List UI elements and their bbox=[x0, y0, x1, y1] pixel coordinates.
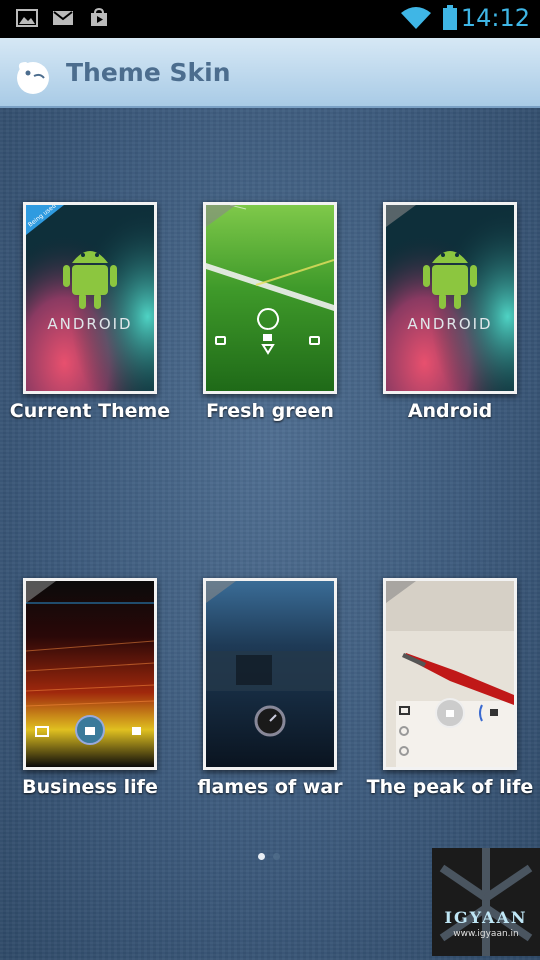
theme-thumbnail[interactable]: ANDROID bbox=[383, 202, 517, 394]
gmail-icon bbox=[53, 11, 73, 25]
wifi-icon bbox=[401, 7, 431, 29]
watermark: IGYAAN www.igyaan.in bbox=[432, 848, 540, 956]
theme-grid: ANDROID Being used Current Theme Fresh g… bbox=[0, 108, 540, 960]
play-store-icon bbox=[91, 8, 107, 26]
page-dot[interactable] bbox=[273, 853, 280, 860]
watermark-url: www.igyaan.in bbox=[453, 929, 519, 939]
igyaan-logo-icon bbox=[439, 848, 533, 956]
page-dot-active[interactable] bbox=[258, 853, 265, 860]
theme-label: The peak of life bbox=[366, 776, 534, 798]
theme-thumbnail[interactable]: ANDROID Being used bbox=[23, 202, 157, 394]
watermark-brand: IGYAAN bbox=[444, 908, 528, 927]
theme-thumbnail[interactable] bbox=[203, 202, 337, 394]
gallery-icon bbox=[16, 9, 38, 27]
android-wordmark: ANDROID bbox=[407, 315, 492, 333]
theme-thumbnail[interactable] bbox=[383, 578, 517, 770]
theme-thumbnail[interactable] bbox=[203, 578, 337, 770]
theme-label: Android bbox=[407, 400, 493, 422]
page-title: Theme Skin bbox=[66, 58, 231, 87]
android-wordmark: ANDROID bbox=[47, 315, 132, 333]
status-bar: 14:12 bbox=[0, 0, 540, 38]
status-time: 14:12 bbox=[460, 4, 530, 32]
bird-logo-icon[interactable] bbox=[12, 56, 52, 96]
battery-icon bbox=[443, 5, 457, 30]
theme-thumbnail[interactable] bbox=[23, 578, 157, 770]
